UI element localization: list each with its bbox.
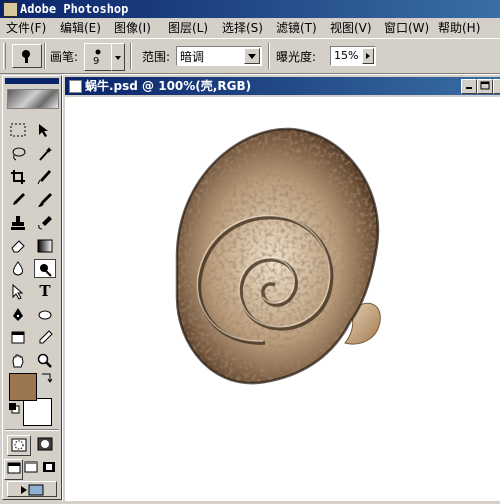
move-icon[interactable] (34, 121, 56, 140)
app-title: Adobe Photoshop (20, 2, 129, 16)
shape-icon[interactable] (34, 305, 56, 324)
snail-shell-image (175, 127, 381, 385)
document-title: 蜗牛.psd @ 100%(壳,RGB) (85, 79, 252, 93)
menu-window[interactable]: 窗口(W) (384, 20, 429, 36)
background-color-swatch[interactable] (23, 398, 52, 426)
history-brush-icon[interactable] (34, 213, 56, 232)
default-colors-icon[interactable] (8, 402, 20, 417)
zoom-icon[interactable] (34, 351, 56, 370)
exposure-slider-button[interactable] (362, 48, 374, 64)
document-title-bar[interactable]: 蜗牛.psd @ 100%(壳,RGB) (65, 77, 500, 95)
gradient-icon[interactable] (34, 236, 56, 255)
clone-stamp-icon[interactable] (7, 213, 29, 232)
lasso-icon[interactable] (7, 144, 29, 163)
blur-icon[interactable] (7, 259, 29, 278)
maximize-icon (480, 81, 490, 90)
minimize-icon (466, 87, 472, 89)
exposure-label: 曝光度: (276, 50, 317, 64)
menu-bar: 文件(F) 编辑(E) 图像(I) 图层(L) 选择(S) 滤镜(T) 视图(V… (0, 18, 500, 38)
app-title-bar: Adobe Photoshop (0, 0, 500, 18)
type-icon[interactable]: T (34, 282, 56, 301)
swap-colors-icon[interactable] (40, 372, 54, 387)
range-label: 范围: (142, 50, 171, 64)
minimize-button[interactable] (461, 79, 477, 94)
brush-dropdown-button[interactable] (111, 43, 125, 71)
pen-icon[interactable] (7, 305, 29, 324)
close-button[interactable] (493, 79, 500, 94)
menu-filter[interactable]: 滤镜(T) (276, 20, 317, 36)
chevron-down-icon (115, 56, 121, 60)
range-dropdown-button[interactable] (244, 48, 260, 64)
hand-icon[interactable] (7, 351, 29, 370)
eyedropper-icon[interactable] (34, 328, 56, 347)
toolbox: T (2, 75, 62, 500)
crop-icon[interactable] (7, 167, 29, 186)
path-selection-icon[interactable] (7, 282, 29, 301)
quick-mask-icon[interactable] (34, 435, 56, 454)
burn-tool-icon (22, 50, 30, 63)
full-screen-menu-icon[interactable] (22, 459, 39, 478)
notes-icon[interactable] (7, 328, 29, 347)
chevron-down-icon (248, 54, 256, 59)
menu-select[interactable]: 选择(S) (222, 20, 263, 36)
brush-icon[interactable] (34, 190, 56, 209)
document-canvas[interactable] (65, 97, 500, 501)
document-icon (69, 80, 82, 93)
adobe-logo[interactable] (7, 89, 59, 109)
range-select[interactable]: 暗调 (176, 46, 262, 66)
exposure-input[interactable]: 15% (330, 46, 376, 66)
options-bar: 画笔: 9 范围: 暗调 曝光度: 15% (0, 38, 500, 74)
standard-screen-icon[interactable] (4, 459, 23, 480)
menu-view[interactable]: 视图(V) (330, 20, 372, 36)
slice-icon[interactable] (34, 167, 56, 186)
eraser-icon[interactable] (7, 236, 29, 255)
toolbox-title-bar[interactable] (5, 78, 59, 84)
menu-help[interactable]: 帮助(H) (438, 20, 480, 36)
brush-label: 画笔: (50, 50, 79, 64)
brush-size: 9 (93, 56, 100, 67)
maximize-button[interactable] (477, 79, 493, 94)
imageready-icon[interactable] (7, 481, 57, 497)
chevron-right-icon (366, 53, 370, 59)
full-screen-icon[interactable] (40, 459, 57, 478)
marquee-icon[interactable] (7, 121, 29, 140)
menu-edit[interactable]: 编辑(E) (60, 20, 101, 36)
foreground-color-swatch[interactable] (9, 373, 37, 401)
menu-layer[interactable]: 图层(L) (168, 20, 208, 36)
range-value: 暗调 (180, 50, 205, 64)
exposure-value: 15% (334, 49, 359, 62)
healing-brush-icon[interactable] (7, 190, 29, 209)
standard-mode-icon[interactable] (7, 435, 31, 456)
options-grip[interactable] (3, 43, 6, 69)
tool-preset-picker[interactable] (12, 44, 42, 68)
brush-preview[interactable]: 9 (84, 43, 112, 71)
photoshop-eye-icon (3, 2, 18, 17)
menu-file[interactable]: 文件(F) (6, 20, 46, 36)
magic-wand-icon[interactable] (34, 144, 56, 163)
menu-image[interactable]: 图像(I) (114, 20, 151, 36)
document-window: 蜗牛.psd @ 100%(壳,RGB) (62, 74, 500, 501)
burn-icon[interactable] (34, 259, 56, 278)
